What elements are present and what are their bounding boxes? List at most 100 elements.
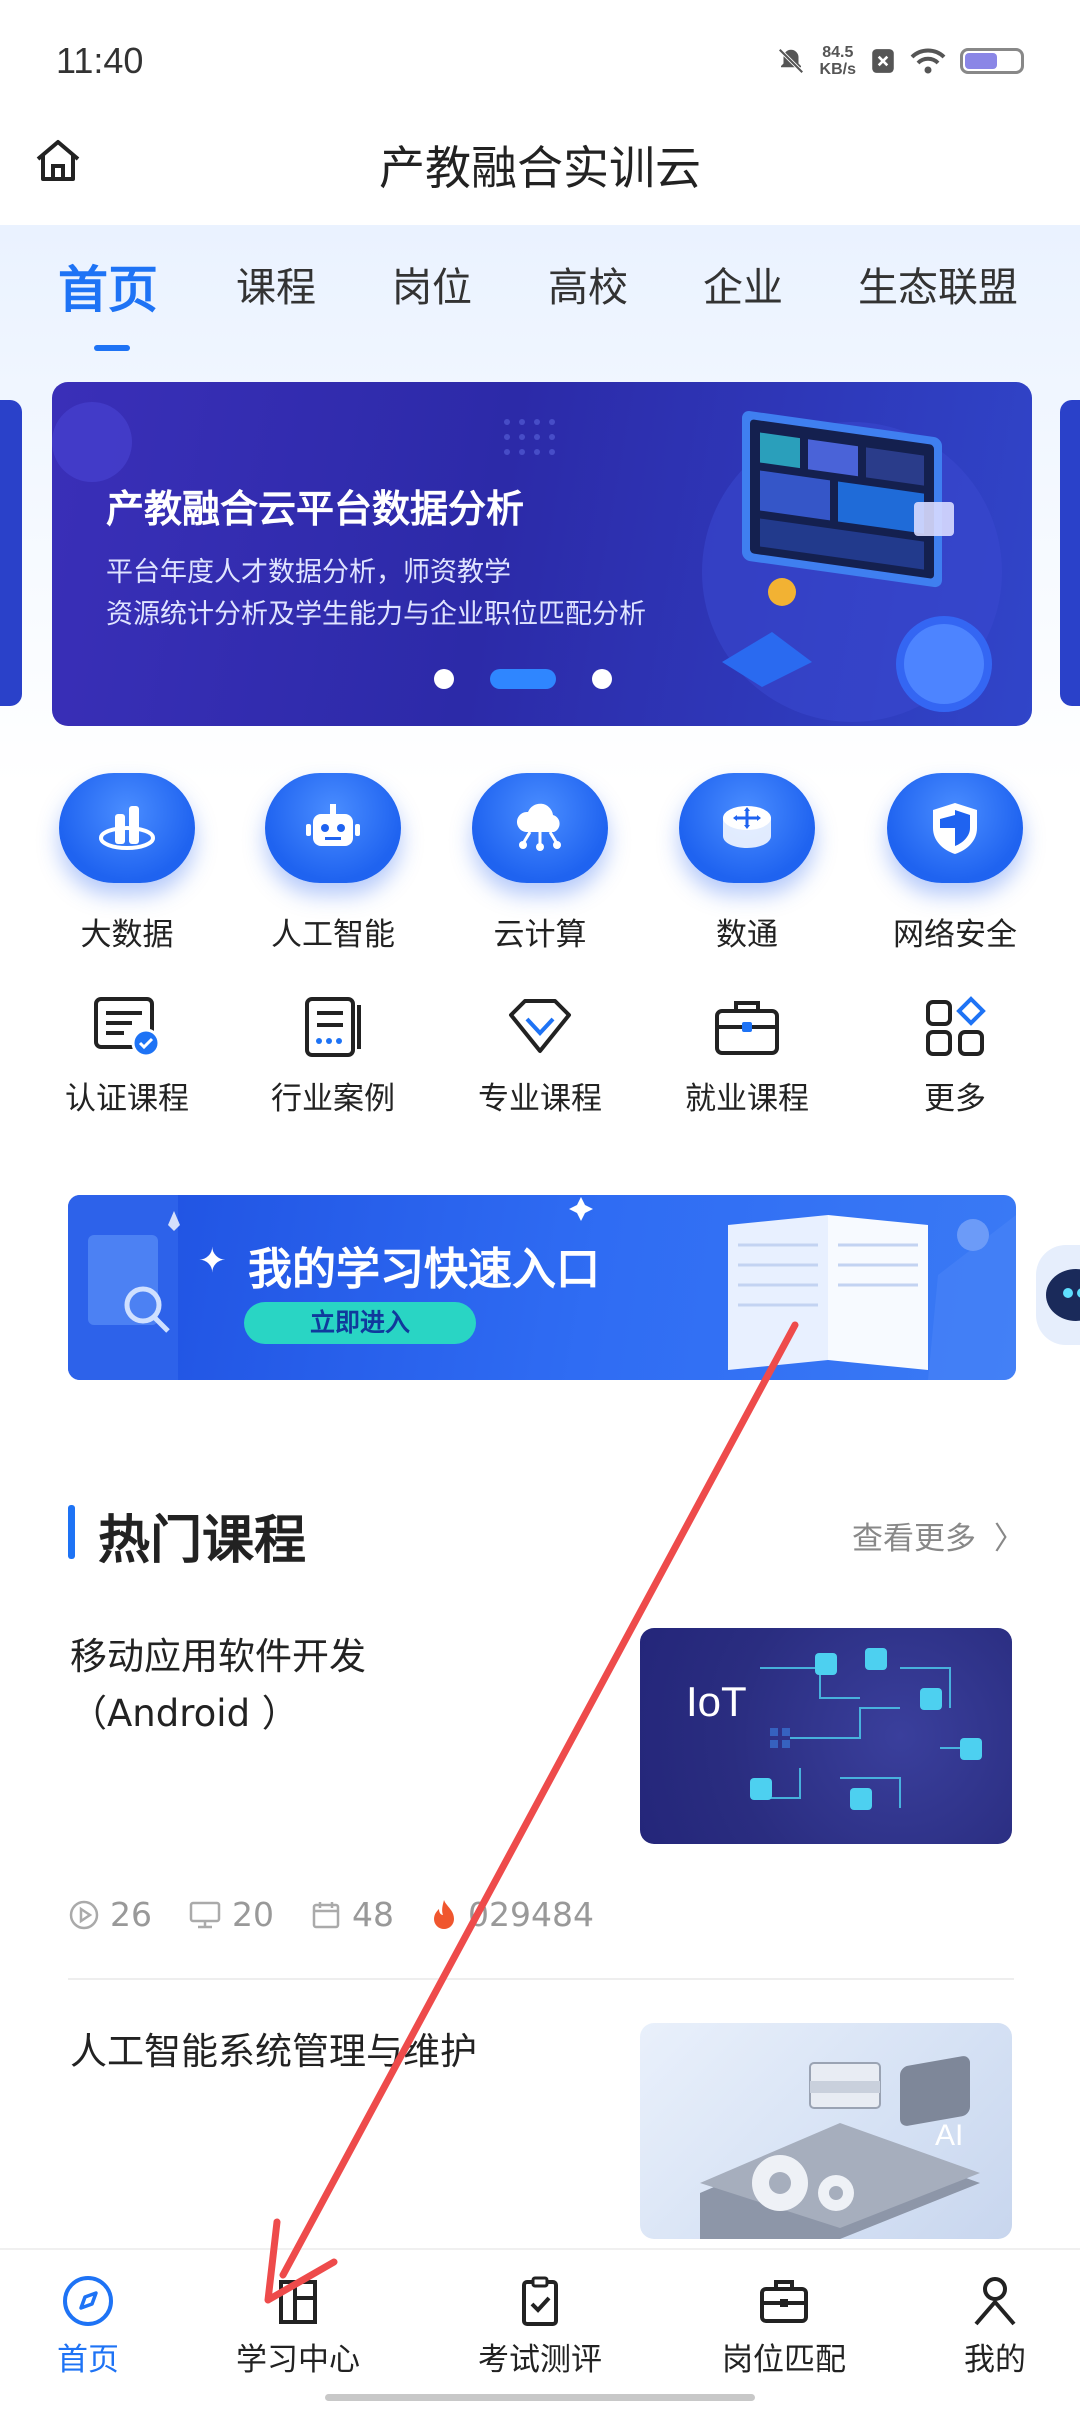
notifications-off-icon: [777, 48, 804, 74]
tab-home[interactable]: 首页: [58, 250, 158, 322]
active-tab-indicator: [94, 345, 130, 351]
category-cloud-computing[interactable]: 云计算: [455, 773, 625, 954]
cloud-icon: [516, 803, 561, 851]
course-1-stats: 26 20 48 029484: [68, 1895, 620, 1934]
banner-subtitle-line2: 资源统计分析及学生能力与企业职位匹配分析: [106, 599, 646, 630]
category-ai[interactable]: 人工智能: [248, 773, 418, 954]
clipboard-check-icon: [522, 2276, 558, 2326]
nav-me[interactable]: 我的: [905, 2274, 1080, 2379]
quick-entry-title: 我的学习快速入口: [248, 1244, 600, 1295]
app-title: 产教融合实训云: [379, 141, 701, 195]
tab-colleges[interactable]: 高校: [548, 255, 628, 313]
category-label: 云计算: [493, 917, 587, 953]
course-thumbnail-ai[interactable]: AI: [640, 2023, 1012, 2239]
top-tabs: 首页 课程 岗位 高校 企业 生态联盟: [0, 255, 1080, 335]
tab-enterprises[interactable]: 企业: [703, 255, 783, 313]
banner-title: 产教融合云平台数据分析: [106, 487, 525, 531]
video-count: 26: [68, 1895, 152, 1934]
nav-learning-center[interactable]: 学习中心: [208, 2274, 388, 2379]
enter-now-button[interactable]: 立即进入: [244, 1302, 476, 1344]
shortcut-employment-courses[interactable]: 就业课程: [647, 995, 847, 1118]
sim-blocked-icon: [872, 49, 894, 73]
iot-circuit-illustration: [750, 1648, 982, 1810]
banner-next-peek[interactable]: [1060, 400, 1080, 706]
nav-job-matching[interactable]: 岗位匹配: [694, 2274, 874, 2379]
bottom-navigation: 首页 学习中心 考试测评 岗位匹配 我的: [0, 2248, 1080, 2410]
floating-assistant-robot[interactable]: [1036, 1245, 1080, 1345]
category-label: 网络安全: [893, 917, 1017, 953]
shortcut-industry-cases[interactable]: 行业案例: [233, 995, 433, 1118]
document-list-icon: [305, 997, 361, 1057]
course-card-2-title[interactable]: 人工智能系统管理与维护: [70, 2023, 610, 2080]
category-datacom[interactable]: 数通: [662, 773, 832, 954]
lesson-count-value: 20: [232, 1895, 274, 1934]
nav-home[interactable]: 首页: [0, 2274, 178, 2379]
sparkle-icon: ✦: [198, 1241, 227, 1281]
thumbnail-label: IoT: [686, 1678, 747, 1725]
shortcut-professional-courses[interactable]: 专业课程: [440, 995, 640, 1118]
banner-subtitle-line1: 平台年度人才数据分析，师资教学: [106, 557, 511, 588]
shortcut-certification-courses[interactable]: 认证课程: [27, 995, 227, 1118]
banner-prev-peek[interactable]: [0, 400, 22, 706]
hot-courses-title: 热门课程: [98, 1511, 307, 1571]
shortcut-more[interactable]: 更多: [855, 995, 1055, 1118]
nav-exam-evaluation[interactable]: 考试测评: [450, 2274, 630, 2379]
gesture-home-indicator[interactable]: [325, 2394, 755, 2401]
shortcut-label: 认证课程: [65, 1081, 189, 1117]
battery-level: [965, 53, 997, 69]
big-data-icon: [99, 806, 155, 850]
course-card-1-title[interactable]: 移动应用软件开发 （Android ）: [70, 1628, 610, 1742]
shortcut-label: 行业案例: [271, 1081, 395, 1117]
status-time: 11:40: [56, 40, 144, 81]
battery-icon: [960, 48, 1024, 74]
quick-study-entry-banner[interactable]: ✦ 我的学习快速入口 立即进入: [68, 1195, 1016, 1380]
category-label: 大数据: [80, 917, 174, 953]
net-speed: 84.5 KB/s: [820, 44, 856, 78]
course-divider: [68, 1978, 1014, 1980]
book-layout-icon: [279, 2280, 317, 2324]
lesson-count: 20: [188, 1895, 274, 1934]
category-big-data[interactable]: 大数据: [42, 773, 212, 954]
tab-positions[interactable]: 岗位: [392, 255, 472, 313]
day-count-value: 48: [352, 1895, 394, 1934]
play-circle-icon: [69, 1900, 99, 1929]
nav-label: 考试测评: [478, 2342, 602, 2378]
heat-count: 029484: [430, 1895, 594, 1934]
course-title-line2: （Android ）: [70, 1692, 299, 1735]
shield-icon: [933, 803, 977, 854]
status-icons: 84.5 KB/s: [776, 44, 1024, 78]
thumbnail-label: AI: [935, 2119, 964, 2152]
net-speed-unit: KB/s: [819, 61, 856, 78]
heat-count-value: 029484: [468, 1895, 594, 1934]
carousel-dot-1[interactable]: [434, 669, 454, 689]
course-thumbnail-iot[interactable]: IoT: [640, 1628, 1012, 1844]
tab-ecosystem-alliance[interactable]: 生态联盟: [858, 255, 1018, 313]
briefcase-icon: [715, 1001, 779, 1055]
day-count: 48: [310, 1895, 394, 1934]
section-accent-bar: [68, 1505, 75, 1559]
grid-more-icon: [926, 996, 986, 1056]
carousel-dot-3[interactable]: [592, 669, 612, 689]
shortcut-label: 就业课程: [685, 1081, 809, 1117]
diamond-icon: [509, 999, 571, 1053]
assistant-robot-icon: [1046, 1269, 1080, 1321]
promo-banner[interactable]: 产教融合云平台数据分析 平台年度人才数据分析，师资教学 资源统计分析及学生能力与…: [52, 382, 1032, 726]
category-network-security[interactable]: 网络安全: [870, 773, 1040, 954]
course-title-line1: 移动应用软件开发: [70, 1635, 366, 1678]
course-title-line1: 人工智能系统管理与维护: [70, 2030, 477, 2073]
net-speed-value: 84.5: [822, 44, 854, 61]
robot-icon: [306, 804, 360, 846]
calendar-icon: [312, 1901, 340, 1928]
nav-label: 首页: [57, 2342, 119, 2378]
nav-label: 学习中心: [236, 2342, 360, 2378]
tab-courses[interactable]: 课程: [236, 255, 316, 313]
carousel-dot-2[interactable]: [490, 669, 556, 689]
video-count-value: 26: [110, 1895, 152, 1934]
shortcut-label: 更多: [924, 1081, 986, 1117]
monitor-icon: [189, 1901, 221, 1928]
wifi-icon: [910, 48, 946, 74]
view-more-link[interactable]: 查看更多 〉: [852, 1513, 1025, 1558]
nav-label: 岗位匹配: [722, 2342, 846, 2378]
chevron-right-icon: 〉: [993, 1521, 1025, 1557]
network-router-icon: [723, 806, 771, 848]
